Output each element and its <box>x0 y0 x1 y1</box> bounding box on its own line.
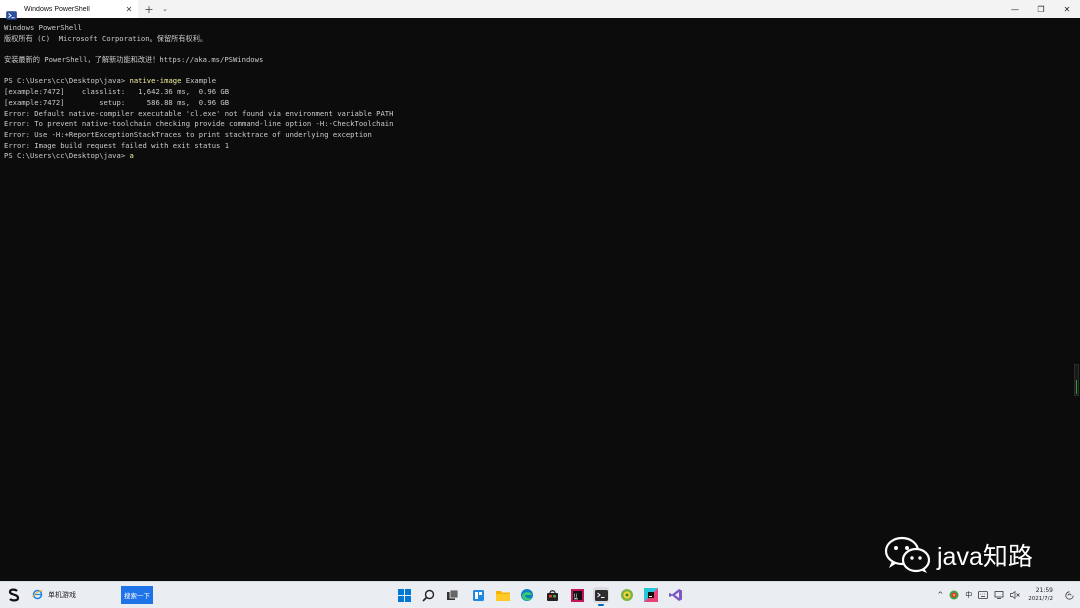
terminal-line: Windows PowerShell <box>4 23 1064 34</box>
tray-keyboard-icon[interactable] <box>978 591 989 599</box>
taskbar: 单机游戏 搜索一下 IJ ^ 中 21:59 2021/7/2 <box>0 581 1080 608</box>
clock-date: 2021/7/2 <box>1028 596 1053 602</box>
clock-time: 21:59 <box>1035 587 1053 594</box>
terminal-line: 版权所有 (C) Microsoft Corporation。保留所有权利。 <box>4 34 1064 45</box>
ime-indicator[interactable]: 中 <box>965 590 972 600</box>
terminal-line: Error: Default native-compiler executabl… <box>4 109 1064 120</box>
notification-icon[interactable] <box>1065 590 1074 600</box>
maximize-button[interactable]: ❐ <box>1028 0 1054 18</box>
system-tray: ^ 中 21:59 2021/7/2 <box>931 582 1080 608</box>
terminal-prompt: PS C:\Users\cc\Desktop\java> <box>4 76 130 86</box>
search-button[interactable]: 搜索一下 <box>121 586 153 604</box>
terminal-line: [example:7472] classlist: 1,642.36 ms, 0… <box>4 87 1064 98</box>
terminal-line: [example:7472] setup: 586.88 ms, 0.96 GB <box>4 98 1064 109</box>
terminal-args: Example <box>181 76 217 86</box>
new-tab-button[interactable]: + <box>142 0 156 18</box>
search-icon[interactable] <box>420 587 436 603</box>
minimize-button[interactable]: — <box>1002 0 1028 18</box>
tab-dropdown-icon[interactable]: ⌄ <box>158 0 172 18</box>
window-titlebar[interactable]: Windows PowerShell ✕ + ⌄ — ❐ ✕ <box>0 0 1080 20</box>
terminal-text: 版权所有 (C) Microsoft Corporation。保留所有权利。 <box>4 33 208 43</box>
terminal-command: a <box>129 151 134 161</box>
terminal-prompt: PS C:\Users\cc\Desktop\java> <box>4 151 130 161</box>
terminal-icon[interactable] <box>593 587 609 606</box>
watermark: java知路 <box>884 535 1033 575</box>
app-s-icon[interactable] <box>6 587 22 603</box>
terminal-text: Windows PowerShell <box>4 23 82 32</box>
wechat-logo-icon <box>884 536 931 573</box>
window-controls: — ❐ ✕ <box>1002 0 1080 18</box>
desktop-screen: Windows PowerShell ✕ + ⌄ — ❐ ✕ Windows P… <box>0 0 1080 608</box>
active-indicator <box>598 604 604 606</box>
visual-studio-icon[interactable] <box>668 587 684 603</box>
terminal-line: PS C:\Users\cc\Desktop\java> a <box>4 151 1064 162</box>
terminal-text: [example:7472] classlist: 1,642.36 ms, 0… <box>4 87 230 97</box>
terminal-line: PS C:\Users\cc\Desktop\java> native-imag… <box>4 76 1064 87</box>
intellij-icon[interactable]: IJ <box>569 587 585 603</box>
task-view-icon[interactable] <box>444 587 460 603</box>
close-button[interactable]: ✕ <box>1054 0 1080 18</box>
terminal-line: Error: To prevent native-toolchain check… <box>4 119 1064 130</box>
game-label: 单机游戏 <box>48 590 76 599</box>
tab-close-icon[interactable]: ✕ <box>124 5 134 14</box>
tray-app-icon[interactable] <box>949 590 959 600</box>
store-icon[interactable] <box>544 587 560 603</box>
terminal-output[interactable]: Windows PowerShell 版权所有 (C) Microsoft Cor… <box>4 23 1064 162</box>
tray-chevron-icon[interactable]: ^ <box>937 591 943 599</box>
windows-start-icon[interactable] <box>396 587 412 603</box>
terminal-line: 安装最新的 PowerShell，了解新功能和改进！https://aka.ms… <box>4 55 1064 66</box>
file-explorer-icon[interactable] <box>495 587 511 603</box>
tab-title: Windows PowerShell <box>24 5 90 13</box>
terminal-text: Error: Use -H:+ReportExceptionStackTrace… <box>4 129 372 139</box>
edge-icon[interactable] <box>519 587 535 603</box>
tab-powershell[interactable]: Windows PowerShell ✕ <box>0 0 138 20</box>
terminal-line: Error: Image build request failed with e… <box>4 141 1064 152</box>
scroll-indicator[interactable] <box>1074 364 1079 396</box>
terminal-line: Error: Use -H:+ReportExceptionStackTrace… <box>4 130 1064 141</box>
widgets-icon[interactable] <box>470 587 486 603</box>
terminal-text: Error: Default native-compiler executabl… <box>4 108 394 118</box>
taskbar-game-item[interactable]: 单机游戏 <box>32 589 76 600</box>
terminal-text: [example:7472] setup: 586.88 ms, 0.96 GB <box>4 97 230 107</box>
watermark-text: java知路 <box>937 543 1033 571</box>
powershell-icon <box>6 5 17 20</box>
terminal-command: native-image <box>129 76 182 86</box>
app-colorful-icon[interactable] <box>643 587 659 603</box>
taskbar-clock[interactable]: 21:59 2021/7/2 <box>1028 587 1053 603</box>
terminal-text: Error: Image build request failed with e… <box>4 140 230 150</box>
terminal-text: 安装最新的 PowerShell，了解新功能和改进！https://aka.ms… <box>4 55 264 65</box>
volume-muted-icon[interactable] <box>1010 591 1021 599</box>
scroll-indicator-fill <box>1076 380 1077 394</box>
ie-icon <box>32 589 43 600</box>
terminal-text: Error: To prevent native-toolchain check… <box>4 119 394 129</box>
network-icon[interactable] <box>994 591 1004 599</box>
app-green-icon[interactable] <box>619 587 635 603</box>
